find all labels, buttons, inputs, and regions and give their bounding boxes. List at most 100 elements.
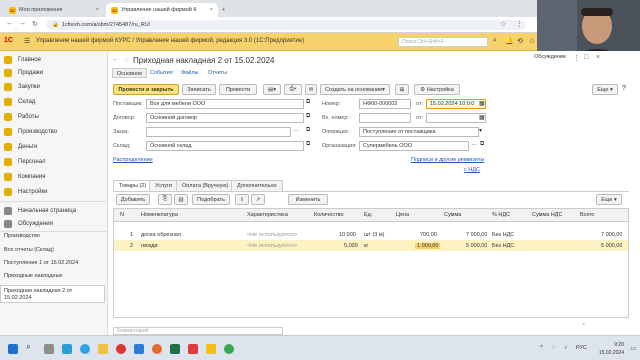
organization-field[interactable]: Супермебель ООО <box>359 141 469 151</box>
excel-icon[interactable] <box>170 344 180 354</box>
history-item[interactable]: Поступление 1 от 15.02.2024 <box>0 260 108 266</box>
opera-icon[interactable] <box>116 344 126 354</box>
ellipsis-icon[interactable]: … <box>471 141 477 147</box>
change-button[interactable]: Изменить <box>288 194 328 205</box>
reload-icon[interactable]: ↻ <box>32 20 38 28</box>
search-icon[interactable]: ⌕ <box>493 37 497 45</box>
open-icon[interactable]: ⧉ <box>480 141 484 148</box>
cell-sum[interactable]: 5 000,00 <box>466 243 487 249</box>
incoming-number-field[interactable] <box>359 113 411 123</box>
post-and-close-button[interactable]: Провести и закрыть <box>113 84 179 95</box>
sidebar-item-settings[interactable]: Настройки <box>0 185 108 198</box>
cell-vat[interactable]: Без НДС <box>492 243 514 249</box>
warehouse-field[interactable]: Основной склад <box>146 141 304 151</box>
post-button[interactable]: Провести <box>219 84 257 95</box>
bookmark-star-icon[interactable]: ☆ <box>500 20 506 28</box>
select-button[interactable]: Подобрать <box>192 194 230 205</box>
tab-main[interactable]: Основное <box>112 68 148 78</box>
bell-icon[interactable]: 🔔 <box>505 37 514 45</box>
sidebar-item-production[interactable]: Производство <box>0 125 108 138</box>
telegram-icon[interactable] <box>80 344 90 354</box>
tab-additional[interactable]: Дополнительно <box>231 180 283 191</box>
volume-icon[interactable]: ♪ <box>564 345 567 351</box>
hamburger-icon[interactable]: ☰ <box>24 37 30 45</box>
arrow-button[interactable]: ↗ <box>251 194 265 205</box>
cell-qty[interactable]: 10,000 <box>339 232 356 238</box>
cell-unit[interactable]: кг <box>364 243 368 249</box>
vat-link[interactable]: с НДС <box>464 167 480 173</box>
cell-char[interactable]: <Не используются> <box>247 232 297 238</box>
barcode-button[interactable]: ▥ <box>174 194 188 205</box>
home-page-link[interactable]: Начальная страница <box>0 204 108 217</box>
chrome-icon[interactable] <box>224 344 234 354</box>
history-item-active[interactable]: Приходная накладная 2 от 15.02.2024 <box>0 285 105 303</box>
open-icon[interactable]: ⧉ <box>306 141 310 148</box>
tab-reports[interactable]: Отчеты <box>204 68 231 78</box>
tab-payment[interactable]: Оплата (Вручную) <box>176 180 235 191</box>
calendar-icon[interactable]: ▦ <box>479 114 485 121</box>
print-menu-button[interactable]: ▤▾ <box>263 84 281 95</box>
contract-field[interactable]: Основной договор <box>146 113 304 123</box>
date-field[interactable]: 15.02.2024 10:0:0 <box>426 99 486 109</box>
favorite-star-icon[interactable]: ☆ <box>123 56 130 65</box>
global-search-input[interactable]: Поиск Ctrl+Shift+F <box>398 37 488 47</box>
tab-goods[interactable]: Товары (2) <box>113 180 153 191</box>
windows-start-icon[interactable] <box>8 344 18 354</box>
language-indicator[interactable]: РУС <box>576 345 587 351</box>
printer-button[interactable]: ⎙▾ <box>284 84 302 95</box>
clock[interactable]: 9:20 15.02.2024 <box>599 341 624 357</box>
cell-vat[interactable]: Без НДС <box>492 232 514 238</box>
url-field[interactable]: 🔒 1cfresh.com/a/sbm/2745487/ru_RU/ <box>46 20 526 30</box>
more-icon[interactable]: ⋮ <box>573 54 580 62</box>
cell-item[interactable]: доска обрезная <box>141 232 181 238</box>
sidebar-item-main[interactable]: Главное <box>0 53 108 66</box>
search-icon[interactable]: ⌕ <box>26 341 36 351</box>
signatures-link[interactable]: Подписи и другие реквизиты <box>411 157 484 163</box>
sidebar-item-staff[interactable]: Персонал <box>0 155 108 168</box>
word-icon[interactable] <box>134 344 144 354</box>
cell-sum[interactable]: 7 000,00 <box>466 232 487 238</box>
star-icon[interactable]: ☆ <box>529 37 535 45</box>
create-based-on-button[interactable]: Создать на основании ▾ <box>320 84 390 95</box>
save-button[interactable]: Записать <box>182 84 216 95</box>
close-icon[interactable]: × <box>210 7 213 13</box>
app-icon[interactable] <box>188 344 198 354</box>
history-item[interactable]: Производство <box>0 233 108 239</box>
notifications-icon[interactable]: ▭ <box>630 345 636 352</box>
table-more-button[interactable]: Еще ▾ <box>596 194 622 205</box>
new-tab-button[interactable]: + <box>220 3 232 17</box>
chevron-down-icon[interactable]: ▾ <box>479 127 482 134</box>
back-icon[interactable]: ← <box>112 56 119 63</box>
expand-icon[interactable]: □ <box>584 54 588 61</box>
open-icon[interactable]: ⧉ <box>306 113 310 120</box>
copy-button[interactable]: ⎘ <box>158 194 172 205</box>
incoming-date-field[interactable] <box>426 113 486 123</box>
open-icon[interactable]: ⧉ <box>306 127 310 134</box>
sidebar-item-company[interactable]: Компания <box>0 170 108 183</box>
comment-field[interactable]: Комментарий <box>113 327 283 335</box>
supplier-field[interactable]: Все для мебели ООО <box>146 99 304 109</box>
cell-char[interactable]: <Не используются> <box>247 243 297 249</box>
allocation-link[interactable]: Распределение <box>113 157 153 163</box>
table-row-selected[interactable]: 2 гвозди <Не используются> 5,000 кг 1 00… <box>114 240 628 251</box>
edge-icon[interactable] <box>62 344 72 354</box>
order-field[interactable] <box>146 127 291 137</box>
history-item[interactable]: Все отчеты (Склад) <box>0 247 108 253</box>
settings-button[interactable]: ⚙ Настройка <box>414 84 460 95</box>
tray-chevron-icon[interactable]: ^ <box>540 345 543 351</box>
tab-files[interactable]: Файлы <box>177 68 202 78</box>
browser-tab-unf[interactable]: 1С Управление нашей фирмой К × <box>106 3 218 17</box>
sidebar-item-warehouse[interactable]: Склад <box>0 95 108 108</box>
network-icon[interactable]: ◌ <box>552 345 556 351</box>
task-view-icon[interactable] <box>44 344 54 354</box>
menu-icon[interactable]: ⋮ <box>516 20 523 28</box>
browser-tab-my-apps[interactable]: 1С Мои приложения × <box>4 3 104 17</box>
add-row-button[interactable]: Добавить <box>116 194 150 205</box>
cell-qty[interactable]: 5,000 <box>344 243 358 249</box>
discussions-link[interactable]: Обсуждения <box>0 217 108 230</box>
structure-button[interactable]: ⊞ <box>395 84 409 95</box>
firefox-icon[interactable] <box>152 344 162 354</box>
back-icon[interactable]: ← <box>6 20 13 27</box>
open-icon[interactable]: ⧉ <box>306 99 310 106</box>
discussion-button[interactable]: Обсуждение <box>534 54 566 60</box>
